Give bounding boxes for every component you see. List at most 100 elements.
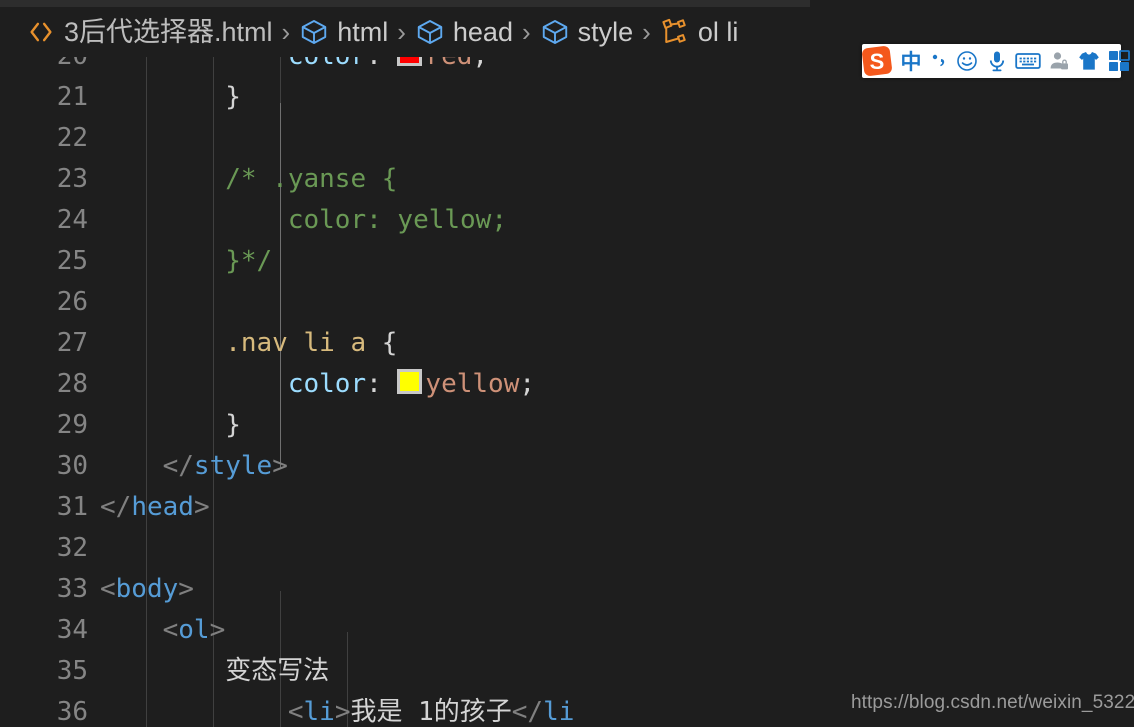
chinese-mode-icon[interactable]: 中	[896, 44, 926, 78]
symbol-class-icon	[540, 17, 570, 47]
code-editor[interactable]: 20 21 22 23 24 25 26 27 28 29 30 31 32 33 34 35 36 color…	[0, 57, 1134, 727]
line-number: 23	[56, 164, 88, 194]
code-line[interactable]: color: red;	[100, 57, 488, 77]
code-token: }*/	[100, 246, 273, 276]
line-number: 34	[56, 615, 88, 645]
breadcrumb-item-2[interactable]: html	[299, 17, 388, 47]
code-token: <	[100, 615, 179, 645]
symbol-class-icon	[299, 17, 329, 47]
code-token: </	[511, 697, 544, 727]
line-number: 29	[56, 410, 88, 440]
line-number: 30	[56, 451, 88, 481]
chinese-mode-label: 中	[900, 50, 922, 74]
line-number: 24	[56, 205, 88, 235]
code-token: li	[543, 697, 575, 727]
breadcrumb-item-label: ol li	[697, 16, 739, 47]
code-token: :	[366, 57, 397, 71]
code-line[interactable]: }*/	[100, 241, 272, 282]
code-token: .nav	[100, 328, 288, 358]
code-token: li	[303, 697, 335, 727]
breadcrumb-separator: ›	[397, 16, 406, 47]
code-token: style	[193, 451, 273, 481]
code-line[interactable]: </head>	[100, 487, 210, 528]
code-line[interactable]: /* .yanse {	[100, 159, 397, 200]
code-token: yellow	[425, 369, 520, 399]
watermark-url: https://blog.csdn.net/weixin_53223320	[851, 692, 1134, 713]
code-token: color: yellow;	[100, 205, 507, 235]
sogou-logo-icon[interactable]: S	[860, 44, 894, 78]
color-swatch[interactable]	[397, 369, 423, 394]
code-line[interactable]: color: yellow;	[100, 200, 507, 241]
microphone-icon[interactable]	[982, 44, 1012, 78]
code-line[interactable]: <body>	[100, 569, 194, 610]
code-line[interactable]: </style>	[100, 446, 288, 487]
breadcrumb-item-label: 3后代选择器.html	[64, 16, 273, 47]
line-number-gutter: 20 21 22 23 24 25 26 27 28 29 30 31 32 33 34 35 36	[0, 57, 100, 727]
breadcrumb-separator: ›	[642, 16, 651, 47]
user-account-icon[interactable]	[1044, 44, 1074, 78]
line-number: 25	[56, 246, 88, 276]
breadcrumb-item-5[interactable]: ol li	[660, 16, 739, 47]
code-line[interactable]: }	[100, 77, 241, 118]
code-token: color	[100, 57, 366, 71]
code-token: </	[100, 492, 132, 522]
more-tools-grid-icon[interactable]	[1104, 44, 1134, 78]
vscode-window: 3后代选择器.html › html › head › style › ol li 20 21 22…	[0, 0, 1134, 727]
code-token: ol	[178, 615, 210, 645]
line-number: 28	[56, 369, 88, 399]
code-token: >	[334, 697, 351, 727]
breadcrumb-item-label: style	[577, 16, 634, 47]
line-number: 21	[56, 82, 88, 112]
line-number: 36	[56, 697, 88, 727]
color-swatch[interactable]	[397, 57, 423, 66]
line-number: 22	[56, 123, 88, 153]
code-token: red	[425, 57, 472, 71]
code-token: li	[303, 328, 335, 358]
svg-text:S: S	[870, 49, 885, 74]
emoji-icon[interactable]	[952, 44, 982, 78]
code-token: <	[100, 697, 304, 727]
code-line[interactable]: 变态写法	[100, 651, 329, 692]
code-token: /* .yanse {	[100, 164, 398, 194]
code-token: body	[115, 574, 179, 604]
line-number: 33	[56, 574, 88, 604]
code-token: 变态写法	[100, 656, 330, 686]
breadcrumb-separator: ›	[281, 16, 291, 47]
breadcrumb-item-3[interactable]: head	[415, 17, 513, 47]
code-token: a	[350, 328, 367, 358]
code-token: <	[100, 574, 116, 604]
editor-tab-strip[interactable]	[0, 0, 810, 7]
code-token: >	[272, 451, 288, 481]
code-line[interactable]: color: yellow;	[100, 364, 535, 405]
code-line[interactable]: <li>我是 1的孩子</li	[100, 692, 575, 727]
code-token: </	[100, 451, 194, 481]
code-line[interactable]: .nav li a {	[100, 323, 397, 364]
editor-tab-strip-empty	[810, 0, 1134, 7]
code-token: head	[131, 492, 194, 522]
code-line[interactable]: <ol>	[100, 610, 226, 651]
breadcrumb-separator: ›	[521, 16, 531, 47]
keyboard-icon[interactable]	[1012, 44, 1044, 78]
code-token: }	[100, 82, 241, 112]
punctuation-mode-icon[interactable]	[926, 44, 952, 78]
code-content[interactable]: color: red; } /* .yanse { color: yellow;…	[100, 57, 1134, 727]
sogou-ime-toolbar[interactable]: S中	[860, 44, 1130, 78]
code-token: :	[366, 369, 398, 399]
code-token: ;	[519, 369, 535, 399]
code-token: >	[209, 615, 226, 645]
code-token: >	[178, 574, 194, 604]
skin-shirt-icon[interactable]	[1074, 44, 1104, 78]
code-token: }	[100, 410, 241, 440]
breadcrumb-item-1[interactable]: 3后代选择器.html	[26, 17, 273, 47]
code-token: color	[100, 369, 367, 399]
breadcrumb-item-label: html	[337, 16, 389, 47]
symbol-class-icon	[415, 17, 445, 47]
breadcrumb-item-4[interactable]: style	[540, 16, 634, 47]
breadcrumb-item-label: head	[452, 16, 513, 47]
code-token: >	[193, 492, 210, 522]
line-number: 27	[56, 328, 88, 358]
code-line[interactable]: }	[100, 405, 241, 446]
